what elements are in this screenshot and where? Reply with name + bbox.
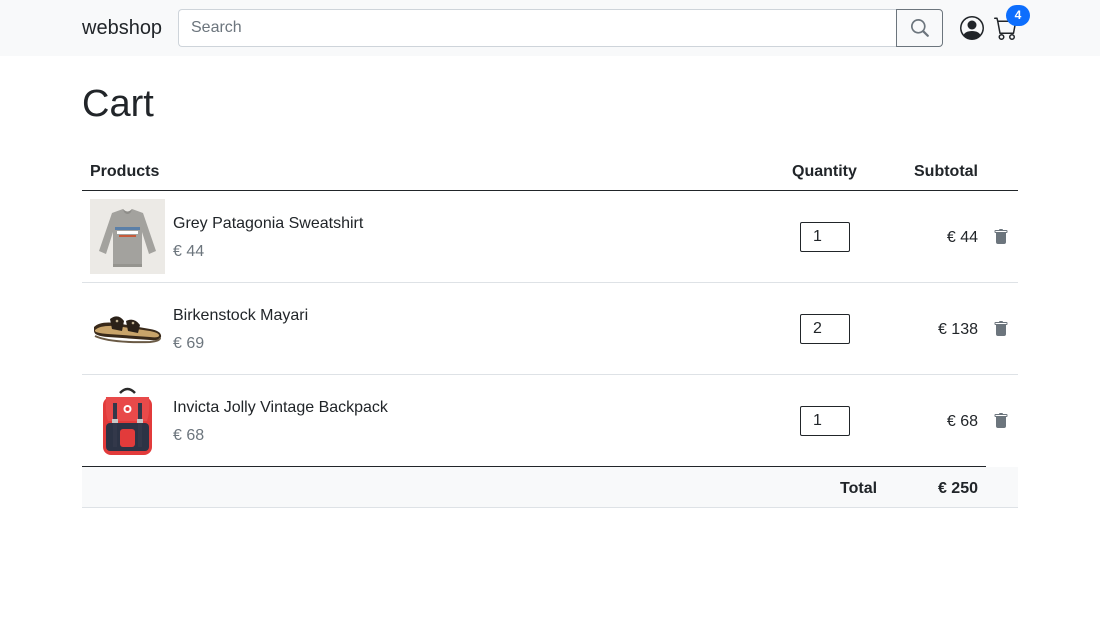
table-row: Invicta Jolly Vintage Backpack € 68 € 68 — [82, 375, 1018, 467]
trash-icon — [994, 413, 1008, 428]
row-subtotal: € 138 — [937, 321, 978, 338]
page-title: Cart — [82, 83, 154, 125]
product-name[interactable]: Grey Patagonia Sweatshirt — [173, 214, 363, 234]
red-backpack-image[interactable] — [90, 383, 165, 458]
account-button[interactable] — [960, 16, 984, 40]
product-price: € 68 — [173, 427, 205, 444]
total-value: € 250 — [937, 480, 978, 497]
remove-item-button[interactable] — [992, 412, 1010, 430]
sandal-image[interactable] — [90, 291, 165, 366]
row-subtotal: € 68 — [946, 413, 978, 430]
search-input[interactable] — [178, 9, 897, 47]
grey-sweatshirt-image[interactable] — [90, 199, 165, 274]
quantity-input[interactable] — [800, 314, 850, 344]
table-row: Grey Patagonia Sweatshirt € 44 € 44 — [82, 191, 1018, 283]
quantity-input[interactable] — [800, 222, 850, 252]
header-quantity: Quantity — [792, 163, 857, 180]
remove-item-button[interactable] — [992, 228, 1010, 246]
header-products: Products — [90, 163, 160, 180]
table-header: Products Quantity Subtotal — [82, 150, 1018, 191]
product-price: € 44 — [173, 243, 205, 260]
search-form — [178, 9, 943, 47]
trash-icon — [994, 229, 1008, 244]
product-name[interactable]: Birkenstock Mayari — [173, 306, 308, 326]
header-subtotal: Subtotal — [914, 163, 978, 180]
table-row: Birkenstock Mayari € 69 € 138 — [82, 283, 1018, 375]
total-label: Total — [840, 480, 878, 497]
footer-divider-gap — [986, 466, 1018, 467]
navbar: webshop 4 — [0, 0, 1100, 56]
cart-count-badge: 4 — [1006, 5, 1030, 26]
table-footer: Total € 250 — [82, 466, 1018, 508]
cart-table: Products Quantity Subtotal Grey Patagoni… — [82, 150, 1018, 508]
search-icon — [910, 19, 929, 37]
search-button[interactable] — [896, 9, 943, 47]
remove-item-button[interactable] — [992, 320, 1010, 338]
trash-icon — [994, 321, 1008, 336]
row-subtotal: € 44 — [946, 229, 978, 246]
product-price: € 69 — [173, 335, 205, 352]
brand-link[interactable]: webshop — [82, 16, 162, 40]
product-name[interactable]: Invicta Jolly Vintage Backpack — [173, 398, 388, 418]
quantity-input[interactable] — [800, 406, 850, 436]
person-circle-icon — [960, 16, 984, 40]
